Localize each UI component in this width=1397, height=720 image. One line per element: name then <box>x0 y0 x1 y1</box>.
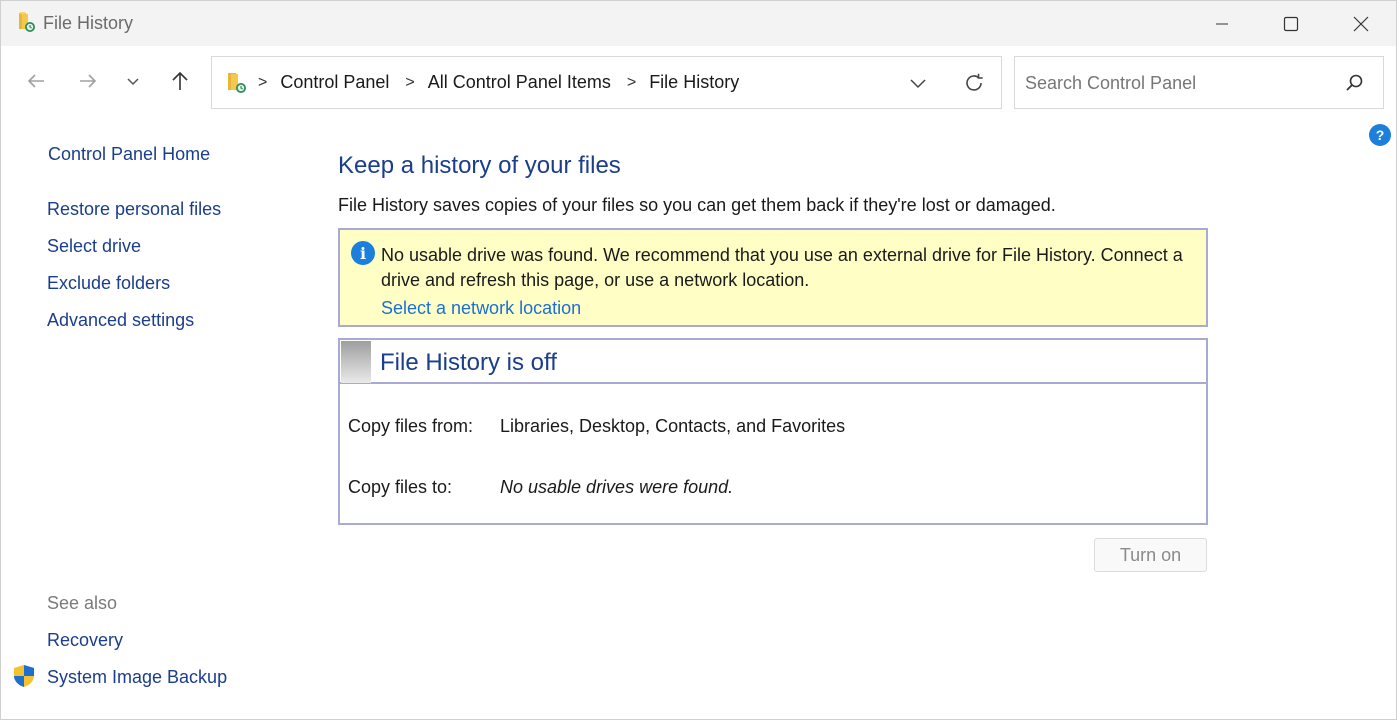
page-description: File History saves copies of your files … <box>338 195 1056 215</box>
breadcrumb-control-panel[interactable]: Control Panel <box>280 72 389 93</box>
info-icon: i <box>351 241 375 265</box>
copy-to-label: Copy files to: <box>348 477 453 497</box>
back-button[interactable] <box>19 64 53 98</box>
info-notification: i No usable drive was found. We recommen… <box>338 228 1208 327</box>
chevron-down-icon <box>910 79 926 89</box>
close-icon <box>1353 16 1369 31</box>
sidebar-item-restore-personal-files[interactable]: Restore personal files <box>47 199 221 220</box>
recent-locations-button[interactable] <box>116 64 150 98</box>
see-also-system-image-backup[interactable]: System Image Backup <box>47 667 227 688</box>
breadcrumb-separator[interactable]: > <box>405 74 414 92</box>
refresh-button[interactable] <box>960 69 988 97</box>
maximize-icon <box>1283 16 1299 31</box>
status-header: File History is off <box>340 340 1206 384</box>
chevron-down-icon <box>127 78 139 86</box>
up-button[interactable] <box>163 64 197 98</box>
breadcrumb: > Control Panel > All Control Panel Item… <box>256 72 753 93</box>
sidebar-item-exclude-folders[interactable]: Exclude folders <box>47 273 170 294</box>
search-box <box>1014 56 1384 109</box>
close-button[interactable] <box>1326 1 1396 46</box>
select-network-location-link[interactable]: Select a network location <box>381 298 581 319</box>
page-title: Keep a history of your files <box>338 152 621 179</box>
search-input[interactable] <box>1025 69 1325 97</box>
minimize-icon <box>1216 23 1228 24</box>
search-icon[interactable] <box>1343 72 1365 94</box>
maximize-button[interactable] <box>1256 1 1326 46</box>
title-bar: File History <box>1 1 1396 46</box>
minimize-button[interactable] <box>1187 1 1257 46</box>
see-also-recovery[interactable]: Recovery <box>47 630 123 651</box>
arrow-right-icon <box>80 74 97 88</box>
breadcrumb-separator[interactable]: > <box>258 74 267 92</box>
info-message: No usable drive was found. We recommend … <box>381 245 1183 290</box>
refresh-icon <box>966 73 983 91</box>
copy-to-value: No usable drives were found. <box>500 477 734 497</box>
breadcrumb-separator[interactable]: > <box>627 74 636 92</box>
status-title: File History is off <box>380 349 557 376</box>
help-button[interactable]: ? <box>1369 124 1391 146</box>
window-title: File History <box>43 13 134 33</box>
file-history-status-panel: File History is off Copy files from: Lib… <box>338 338 1208 525</box>
arrow-left-icon <box>27 74 44 88</box>
address-bar[interactable]: > Control Panel > All Control Panel Item… <box>211 56 1002 109</box>
navigation-bar: > Control Panel > All Control Panel Item… <box>1 46 1396 118</box>
file-history-app-icon <box>19 12 35 32</box>
breadcrumb-all-items[interactable]: All Control Panel Items <box>428 72 611 93</box>
sidebar-item-control-panel-home[interactable]: Control Panel Home <box>48 144 210 165</box>
turn-on-button[interactable]: Turn on <box>1094 538 1207 572</box>
uac-shield-icon <box>14 665 34 687</box>
status-indicator <box>341 341 371 383</box>
copy-from-value: Libraries, Desktop, Contacts, and Favori… <box>500 416 846 436</box>
arrow-up-icon <box>172 71 188 90</box>
see-also-heading: See also <box>47 593 118 613</box>
breadcrumb-file-history[interactable]: File History <box>649 72 739 93</box>
sidebar-item-advanced-settings[interactable]: Advanced settings <box>47 310 194 331</box>
sidebar-item-select-drive[interactable]: Select drive <box>47 236 141 257</box>
copy-from-label: Copy files from: <box>348 416 474 436</box>
file-history-window: File History > Control Panel > All Contr… <box>0 0 1397 720</box>
forward-button[interactable] <box>71 64 105 98</box>
file-history-folder-icon <box>228 73 246 93</box>
address-dropdown-button[interactable] <box>904 69 932 97</box>
